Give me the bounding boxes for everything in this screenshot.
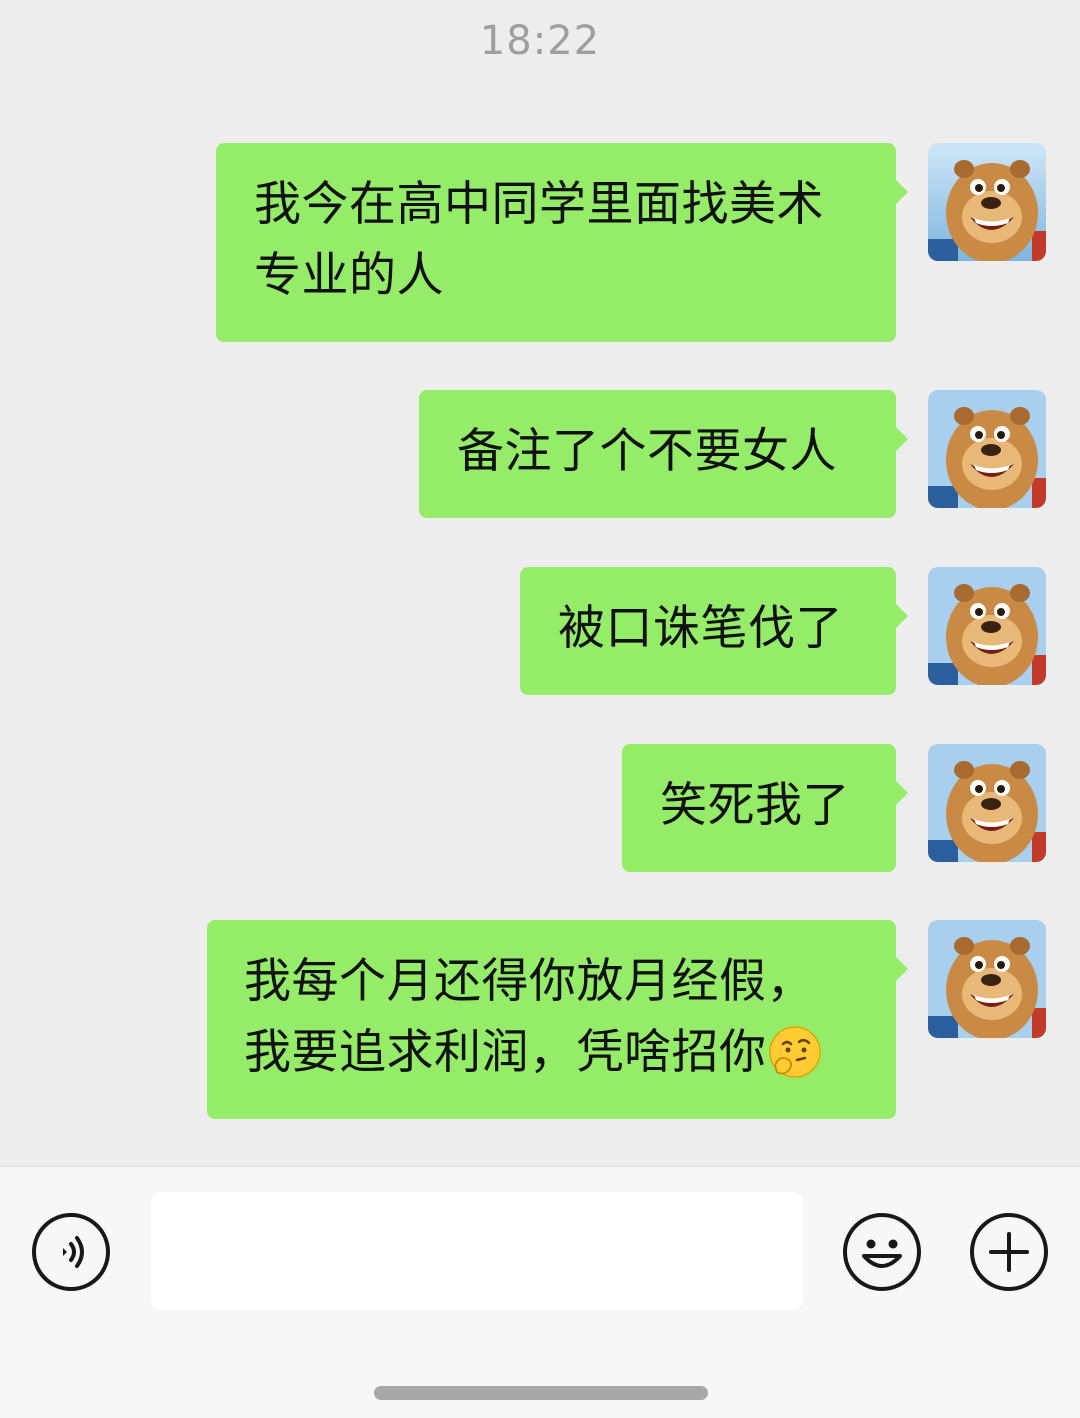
- message-text: 我要追求利润，凭啥招你: [244, 1025, 767, 1080]
- message-text-line: 我今在高中同学里面找美术: [254, 177, 824, 232]
- message-text-line: 我要追求利润，凭啥招你: [244, 1017, 858, 1088]
- message-bubble[interactable]: 被口诛笔伐了: [520, 567, 908, 695]
- message-text-line: 被口诛笔伐了: [558, 601, 843, 656]
- voice-icon: [32, 1213, 110, 1291]
- message-text-line: 专业的人: [254, 248, 444, 303]
- avatar[interactable]: [928, 920, 1046, 1038]
- emoji-icon: [843, 1213, 921, 1291]
- bear-avatar-icon: [928, 143, 1046, 261]
- more-button[interactable]: [969, 1212, 1049, 1292]
- chat-area[interactable]: 18:22 我今在高中同学里面找美术 专业的人 备注了个不要女人 被口诛笔伐了 …: [0, 0, 1080, 1166]
- message-bubble[interactable]: 我每个月还得你放月经假， 我要追求利润，凭啥招你: [207, 920, 908, 1119]
- emoji-button[interactable]: [842, 1212, 922, 1292]
- voice-button[interactable]: [31, 1212, 111, 1292]
- input-bar: [0, 1166, 1080, 1418]
- message-text-line: 备注了个不要女人: [457, 424, 837, 479]
- avatar[interactable]: [928, 744, 1046, 862]
- message-bubble[interactable]: 笑死我了: [622, 744, 908, 872]
- plus-icon: [970, 1213, 1048, 1291]
- avatar[interactable]: [928, 567, 1046, 685]
- avatar[interactable]: [928, 143, 1046, 261]
- thinking-face-emoji-icon: [768, 1026, 821, 1078]
- message-text-line: 笑死我了: [660, 778, 850, 833]
- bear-avatar-icon: [928, 390, 1046, 508]
- bear-avatar-icon: [928, 744, 1046, 862]
- avatar[interactable]: [928, 390, 1046, 508]
- message-bubble[interactable]: 我今在高中同学里面找美术 专业的人: [216, 143, 908, 342]
- bear-avatar-icon: [928, 920, 1046, 1038]
- bear-avatar-icon: [928, 567, 1046, 685]
- home-indicator[interactable]: [374, 1386, 708, 1400]
- message-text-line: 我每个月还得你放月经假，: [244, 954, 814, 1009]
- message-bubble[interactable]: 备注了个不要女人: [419, 390, 908, 518]
- message-timestamp: 18:22: [479, 18, 601, 64]
- message-input[interactable]: [151, 1192, 803, 1310]
